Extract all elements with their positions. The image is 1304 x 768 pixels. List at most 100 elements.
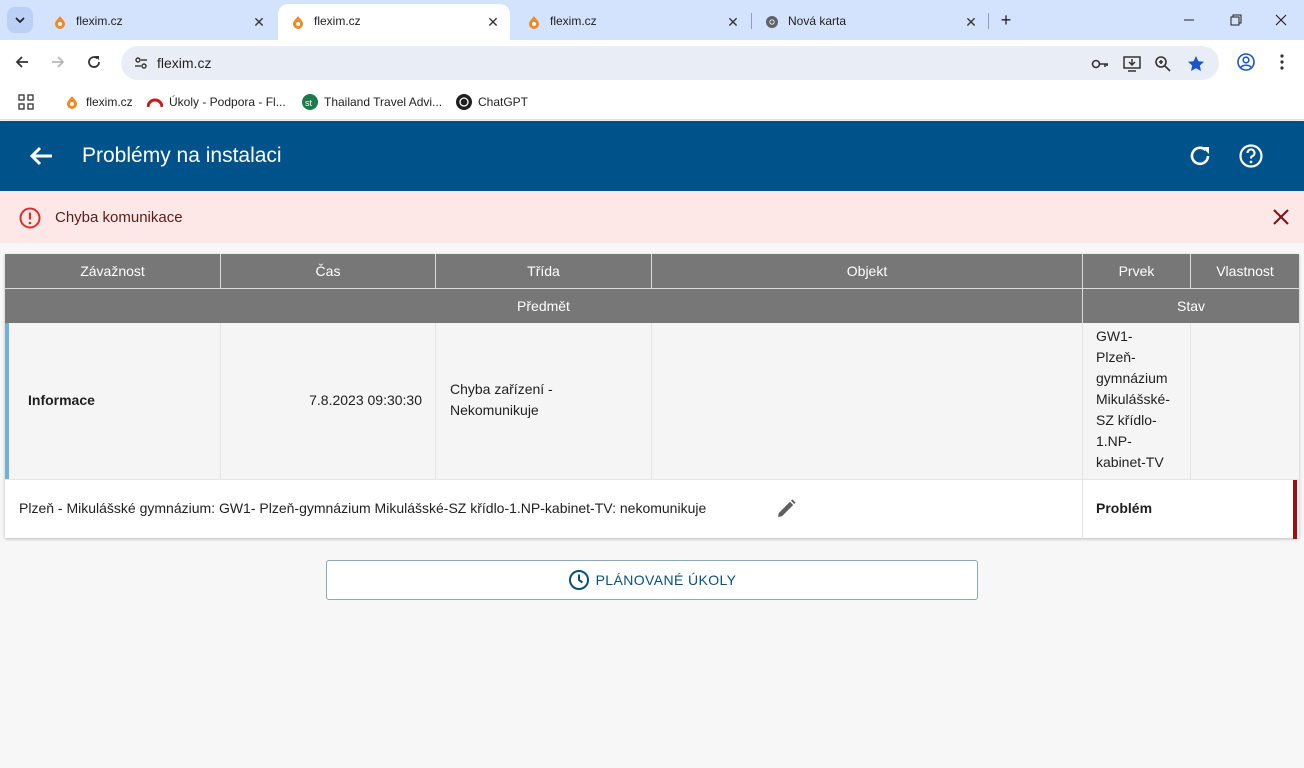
- tab-title: Nová karta: [788, 14, 847, 28]
- back-arrow-icon[interactable]: [28, 144, 54, 168]
- header-element[interactable]: Prvek: [1083, 254, 1191, 288]
- tab-new-tab[interactable]: Nová karta ✕: [752, 4, 988, 40]
- kebab-menu-icon[interactable]: [1270, 50, 1294, 74]
- browser-toolbar: flexim.cz: [0, 40, 1304, 84]
- header-subject[interactable]: Předmět: [5, 289, 1083, 323]
- app-header: Problémy na instalaci: [0, 121, 1304, 191]
- st-favicon-icon: st: [302, 94, 318, 110]
- bookmark-thailand[interactable]: st Thailand Travel Advi...: [302, 92, 442, 112]
- element-line: Plzeň-: [1096, 349, 1136, 365]
- table-subheader-row: Předmět Stav: [5, 289, 1299, 323]
- header-time[interactable]: Čas: [221, 254, 436, 288]
- address-bar[interactable]: flexim.cz: [121, 46, 1219, 80]
- tab-separator: [988, 13, 989, 29]
- chatgpt-favicon-icon: [456, 94, 472, 110]
- cell-class: Chyba zařízení - Nekomunikuje: [436, 323, 652, 479]
- site-settings-icon[interactable]: [129, 51, 153, 75]
- cell-element: GW1- Plzeň- gymnázium Mikulášské- SZ kří…: [1083, 323, 1191, 479]
- zoom-icon[interactable]: [1152, 53, 1174, 75]
- class-text: Chyba zařízení - Nekomunikuje: [450, 379, 553, 421]
- tab-search-button[interactable]: [7, 7, 33, 33]
- new-tab-button[interactable]: +: [996, 10, 1016, 30]
- planned-tasks-button[interactable]: PLÁNOVANÉ ÚKOLY: [326, 560, 978, 600]
- bookmark-flexim[interactable]: flexim.cz: [64, 92, 133, 112]
- tab-title: flexim.cz: [314, 14, 361, 28]
- severity-text: Informace: [28, 392, 95, 408]
- profile-icon[interactable]: [1234, 50, 1258, 74]
- close-tab-icon[interactable]: ✕: [724, 13, 742, 31]
- class-line: Chyba zařízení -: [450, 381, 553, 397]
- back-arrow-icon[interactable]: [10, 50, 34, 74]
- cell-severity: Informace: [9, 323, 221, 479]
- cell-property: [1191, 323, 1299, 479]
- close-tab-icon[interactable]: ✕: [962, 13, 980, 31]
- flexim-favicon-icon: [52, 14, 68, 30]
- element-line: 1.NP-: [1096, 433, 1132, 449]
- problems-table: Závažnost Čas Třída Objekt Prvek Vlastno…: [5, 254, 1299, 539]
- header-severity[interactable]: Závažnost: [5, 254, 221, 288]
- bookmarks-bar: flexim.cz Úkoly - Podpora - Fl... st Tha…: [0, 84, 1304, 120]
- close-alert-icon[interactable]: [1271, 207, 1291, 227]
- clock-icon: [568, 570, 589, 590]
- time-text: 7.8.2023 09:30:30: [309, 392, 422, 408]
- restore-icon[interactable]: [1224, 8, 1248, 32]
- bookmark-label: Úkoly - Podpora - Fl...: [169, 95, 286, 109]
- error-alert: Chyba komunikace: [0, 191, 1304, 243]
- chevron-down-icon: [15, 17, 25, 24]
- bookmark-label: ChatGPT: [478, 95, 529, 109]
- install-app-icon[interactable]: [1121, 53, 1143, 75]
- forward-arrow-icon[interactable]: [46, 50, 70, 74]
- planned-tasks-label: PLÁNOVANÉ ÚKOLY: [595, 572, 737, 588]
- key-icon[interactable]: [1089, 53, 1111, 75]
- error-icon: [19, 207, 41, 229]
- svg-text:st: st: [305, 98, 313, 108]
- flexim-favicon-icon: [290, 14, 306, 30]
- tab-flexim-2[interactable]: flexim.cz ✕: [278, 4, 510, 40]
- bookmark-ukoly[interactable]: Úkoly - Podpora - Fl...: [147, 92, 286, 112]
- close-tab-icon[interactable]: ✕: [484, 13, 502, 31]
- tab-title: flexim.cz: [76, 14, 123, 28]
- help-icon[interactable]: [1238, 143, 1264, 169]
- page-title: Problémy na instalaci: [82, 144, 282, 167]
- header-property[interactable]: Vlastnost: [1191, 254, 1299, 288]
- flexim-favicon-icon: [64, 94, 80, 110]
- alert-message: Chyba komunikace: [55, 209, 183, 226]
- tab-flexim-1[interactable]: flexim.cz ✕: [40, 4, 276, 40]
- redmine-favicon-icon: [147, 94, 163, 110]
- cell-time: 7.8.2023 09:30:30: [221, 323, 436, 479]
- reload-icon[interactable]: [82, 50, 106, 74]
- pencil-icon[interactable]: [775, 498, 797, 520]
- table-row[interactable]: Informace 7.8.2023 09:30:30 Chyba zaříze…: [5, 323, 1299, 479]
- bookmark-chatgpt[interactable]: ChatGPT: [456, 92, 528, 112]
- bookmark-label: flexim.cz: [86, 95, 133, 109]
- url-text[interactable]: flexim.cz: [157, 55, 211, 71]
- state-divider: [1082, 480, 1083, 539]
- close-tab-icon[interactable]: ✕: [250, 13, 268, 31]
- element-text: GW1- Plzeň- gymnázium Mikulášské- SZ kří…: [1096, 326, 1170, 473]
- tab-title: flexim.cz: [550, 14, 597, 28]
- browser-tabstrip: flexim.cz ✕ flexim.cz ✕ flexim.cz ✕ Nová…: [0, 0, 1304, 40]
- state-indicator-bar: [1293, 480, 1297, 539]
- table-header-row: Závažnost Čas Třída Objekt Prvek Vlastno…: [5, 254, 1299, 288]
- class-line: Nekomunikuje: [450, 402, 539, 418]
- state-text: Problém: [1096, 500, 1153, 516]
- flexim-favicon-icon: [526, 14, 542, 30]
- refresh-icon[interactable]: [1188, 143, 1214, 169]
- bookmark-star-icon[interactable]: [1185, 53, 1207, 75]
- header-state[interactable]: Stav: [1083, 289, 1299, 323]
- tab-flexim-3[interactable]: flexim.cz ✕: [514, 4, 750, 40]
- chrome-favicon-icon: [764, 14, 780, 30]
- close-window-icon[interactable]: [1269, 8, 1293, 32]
- element-line: gymnázium: [1096, 370, 1168, 386]
- header-object[interactable]: Objekt: [652, 254, 1083, 288]
- element-line: GW1-: [1096, 328, 1133, 344]
- element-line: SZ křídlo-: [1096, 412, 1157, 428]
- minimize-icon[interactable]: [1177, 8, 1201, 32]
- element-line: Mikulášské-: [1096, 391, 1170, 407]
- header-class[interactable]: Třída: [436, 254, 652, 288]
- table-subject-row[interactable]: Plzeň - Mikulášské gymnázium: GW1- Plzeň…: [5, 479, 1299, 539]
- apps-grid-icon[interactable]: [18, 92, 34, 112]
- subject-text: Plzeň - Mikulášské gymnázium: GW1- Plzeň…: [19, 500, 707, 516]
- element-line: kabinet-TV: [1096, 454, 1164, 470]
- cell-object: [652, 323, 1083, 479]
